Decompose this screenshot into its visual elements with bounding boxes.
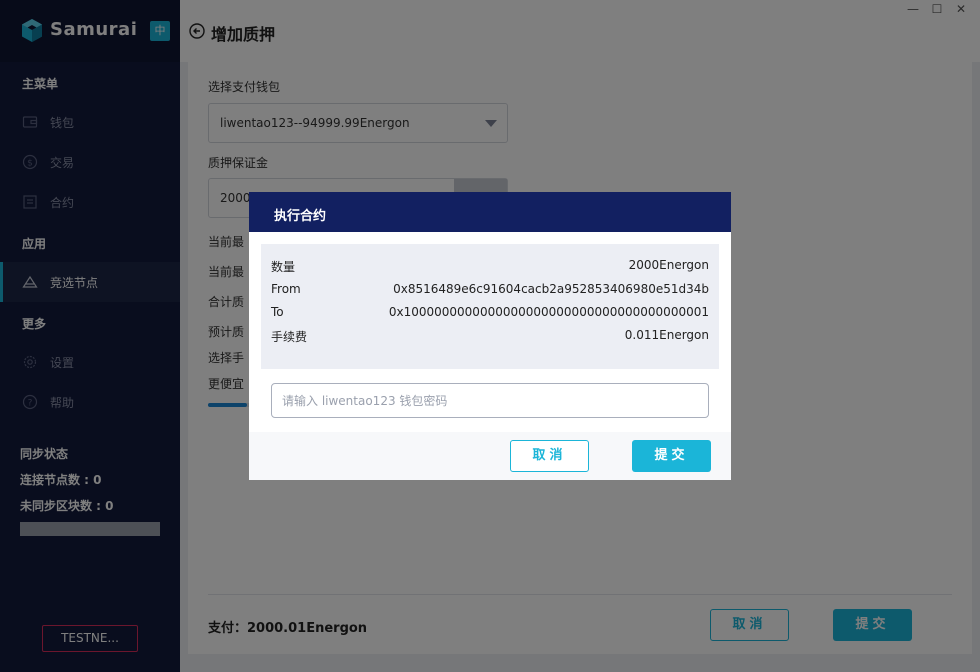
detail-key: 手续费	[271, 330, 308, 344]
wallet-password-input[interactable]	[271, 383, 709, 418]
execute-contract-dialog: 执行合约 数量 2000Energon From 0x8516489e6c916…	[249, 192, 731, 480]
detail-row-fee: 手续费 0.011Energon	[271, 328, 709, 346]
dialog-cancel-button[interactable]: 取消	[510, 440, 589, 472]
detail-row-to: To 0x10000000000000000000000000000000000…	[271, 305, 709, 323]
detail-value: 2000Energon	[628, 258, 709, 272]
detail-value: 0.011Energon	[624, 328, 709, 342]
dialog-title: 执行合约	[274, 209, 327, 224]
detail-row-amount: 数量 2000Energon	[271, 258, 709, 276]
detail-key: To	[271, 305, 284, 319]
detail-key: 数量	[271, 260, 296, 274]
detail-key: From	[271, 282, 301, 296]
detail-value: 0x10000000000000000000000000000000000000…	[388, 305, 709, 319]
dialog-header: 执行合约	[249, 192, 731, 232]
dialog-submit-button[interactable]: 提交	[632, 440, 711, 472]
transaction-details: 数量 2000Energon From 0x8516489e6c91604cac…	[261, 244, 719, 369]
dialog-footer: 取消 提交	[249, 432, 731, 480]
detail-row-from: From 0x8516489e6c91604cacb2a952853406980…	[271, 282, 709, 300]
detail-value: 0x8516489e6c91604cacb2a952853406980e51d3…	[393, 282, 709, 296]
